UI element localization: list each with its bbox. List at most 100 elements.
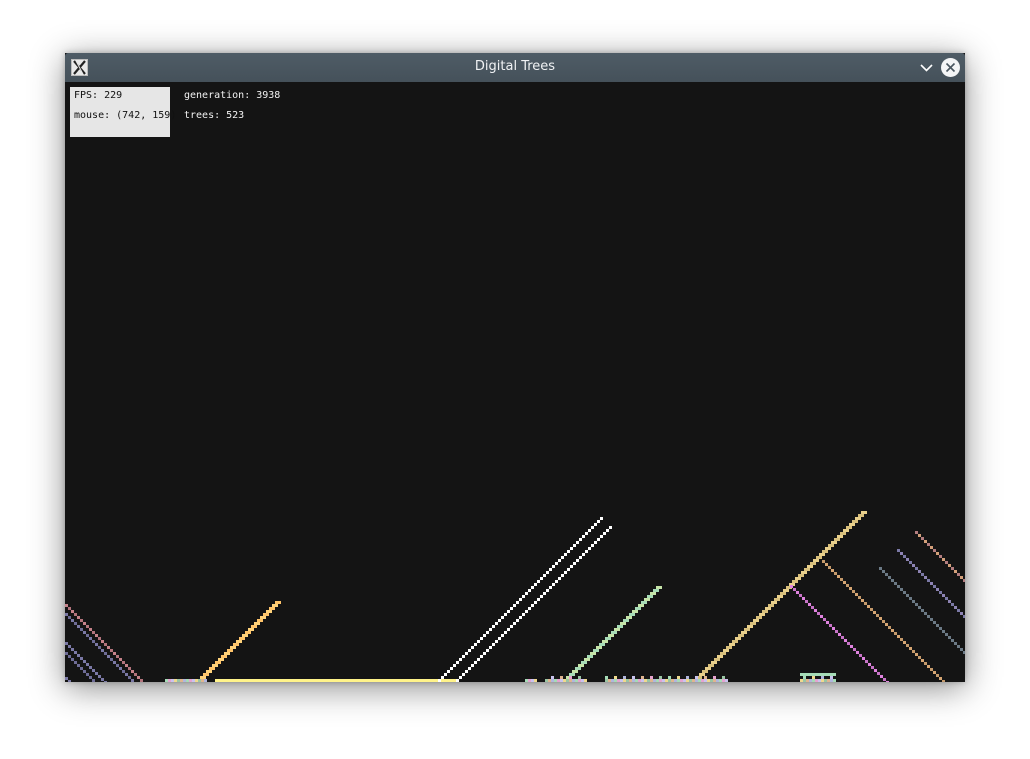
tree-cell (831, 541, 834, 544)
tree-cell (877, 672, 880, 675)
tree-cell (864, 602, 867, 605)
tree-cell (588, 529, 591, 532)
tree-cell (939, 627, 942, 630)
tree-cell (335, 679, 338, 682)
tree-cell (600, 535, 603, 538)
tree-cell (850, 645, 853, 648)
tree-cell (774, 601, 777, 604)
simulation-canvas[interactable]: FPS: 229 mouse: (742, 159) generation: 3… (65, 82, 965, 682)
tree-cell (903, 591, 906, 594)
tree-cell (180, 679, 183, 682)
tree-cell (843, 581, 846, 584)
tree-cell (597, 538, 600, 541)
tree-cell (741, 634, 744, 637)
tree-cell (827, 673, 830, 676)
tree-cell (531, 679, 534, 682)
tree-cell (930, 668, 933, 671)
tree-cell (858, 596, 861, 599)
tree-cell (738, 637, 741, 640)
tree-cell (356, 679, 359, 682)
tree-cell (410, 679, 413, 682)
tree-cell (762, 610, 765, 613)
tree-cell (960, 612, 963, 615)
tree-cell (428, 679, 431, 682)
tree-cell (747, 625, 750, 628)
tree-cell (921, 659, 924, 662)
tree-cell (644, 601, 647, 604)
title-bar[interactable]: Digital Trees (65, 53, 965, 82)
tree-cell (444, 673, 447, 676)
tree-cell (870, 608, 873, 611)
tree-cell (80, 657, 83, 660)
tree-cell (534, 679, 537, 682)
tree-cell (543, 592, 546, 595)
tree-cell (705, 667, 708, 670)
tree-cell (954, 570, 957, 573)
tree-cell (702, 673, 705, 676)
tree-cell (438, 679, 441, 682)
close-button[interactable] (941, 58, 960, 77)
tree-cell (221, 655, 224, 658)
tree-cell (215, 679, 218, 682)
tree-cell (804, 571, 807, 574)
tree-cell (573, 562, 576, 565)
tree-cell (695, 676, 698, 679)
tree-cell (888, 626, 891, 629)
tree-cell (552, 583, 555, 586)
tree-cell (68, 655, 71, 658)
tree-cell (829, 624, 832, 627)
tree-cell (540, 595, 543, 598)
tree-cell (629, 679, 632, 682)
tree-cell (200, 676, 203, 679)
tree-cell (948, 636, 951, 639)
tree-cell (230, 679, 233, 682)
tree-cell (823, 618, 826, 621)
tree-cell (89, 666, 92, 669)
tree-cell (459, 658, 462, 661)
tree-cell (714, 661, 717, 664)
tree-cell (239, 637, 242, 640)
tree-cell (522, 595, 525, 598)
tree-cell (963, 615, 965, 618)
tree-cell (492, 625, 495, 628)
tree-cell (786, 589, 789, 592)
tree-cell (708, 664, 711, 667)
tree-cell (287, 679, 290, 682)
tree-cell (594, 541, 597, 544)
tree-cell (756, 619, 759, 622)
tree-cell (101, 649, 104, 652)
tree-cell (459, 676, 462, 679)
tree-cell (107, 646, 110, 649)
tree-cell (233, 679, 236, 682)
tree-cell (614, 676, 617, 679)
tree-cell (888, 576, 891, 579)
tree-cell (759, 616, 762, 619)
tree-cell (865, 660, 868, 663)
tree-cell (810, 565, 813, 568)
tree-cell (677, 679, 680, 682)
tree-cell (245, 631, 248, 634)
tree-cell (820, 615, 823, 618)
tree-cell (629, 616, 632, 619)
tree-cell (933, 549, 936, 552)
tree-cell (195, 679, 198, 682)
tree-cell (566, 676, 569, 679)
tree-cell (248, 628, 251, 631)
tree-cell (650, 595, 653, 598)
tree-cell (599, 646, 602, 649)
tree-cell (656, 589, 659, 592)
tree-cell (546, 571, 549, 574)
tree-cell (602, 640, 605, 643)
tree-cell (201, 679, 204, 682)
tree-cell (483, 652, 486, 655)
tree-cell (855, 593, 858, 596)
tree-cell (137, 676, 140, 679)
tree-cell (644, 679, 647, 682)
tree-cell (852, 520, 855, 523)
tree-cell (699, 676, 702, 679)
tree-cell (581, 664, 584, 667)
tree-cell (374, 679, 377, 682)
tree-cell (477, 640, 480, 643)
minimize-button[interactable] (918, 59, 935, 76)
tree-cell (221, 658, 224, 661)
